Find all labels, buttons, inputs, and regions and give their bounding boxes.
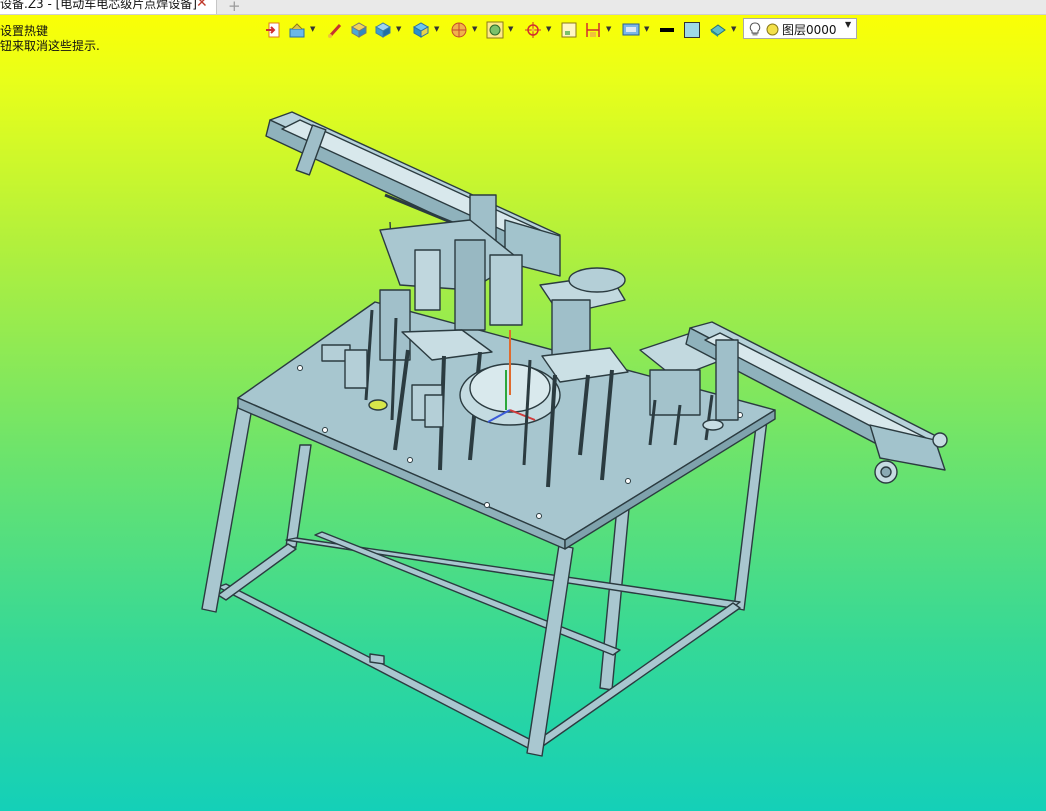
cube-icon[interactable] <box>374 21 394 39</box>
chevron-down-icon[interactable]: ▼ <box>845 20 851 29</box>
view-tool-icon[interactable] <box>288 21 308 39</box>
3d-viewport[interactable] <box>0 0 1046 811</box>
layer-selector[interactable]: 图层0000 ▼ <box>743 18 857 39</box>
line-color-swatch[interactable] <box>658 21 678 39</box>
face-color-swatch[interactable] <box>683 21 703 39</box>
zoom-icon[interactable] <box>486 21 506 39</box>
panel-icon[interactable] <box>560 21 580 39</box>
crosshair-icon[interactable] <box>524 21 544 39</box>
pen-tool-icon[interactable] <box>326 21 346 39</box>
dimension-icon[interactable] <box>584 21 604 39</box>
solid-box-icon[interactable] <box>350 21 370 39</box>
display-icon[interactable] <box>622 21 642 39</box>
exit-icon[interactable] <box>264 21 284 39</box>
layer-name: 图层0000 <box>782 23 837 37</box>
bulb-icon[interactable] <box>749 22 761 37</box>
sphere-icon[interactable] <box>450 21 470 39</box>
box-face-icon[interactable] <box>412 21 432 39</box>
render-icon[interactable] <box>709 21 729 39</box>
machine-model <box>201 111 948 757</box>
sun-icon[interactable] <box>766 23 779 36</box>
